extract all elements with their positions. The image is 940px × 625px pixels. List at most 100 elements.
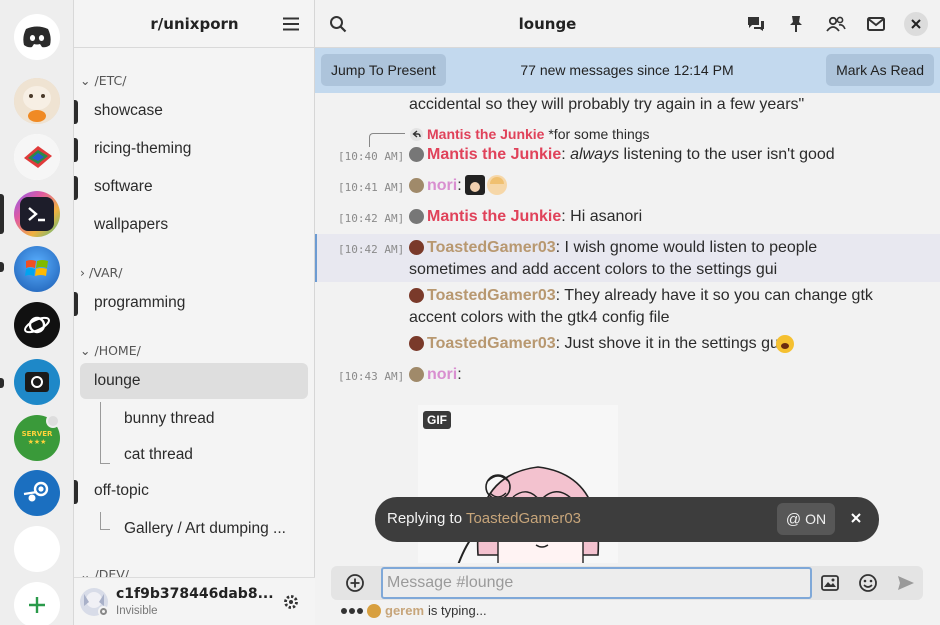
gif-picker-icon[interactable] [820,573,840,593]
message: nori: [427,177,462,195]
category-home[interactable]: ⌄ /HOME/ [80,343,141,358]
message-author[interactable]: ToastedGamer03 [427,287,556,304]
unread-indicator [74,138,78,162]
guild-name: r/unixporn [150,14,239,33]
windows-icon[interactable] [14,246,60,292]
category-var[interactable]: › /VAR/ [80,265,122,280]
colon: : [457,366,462,383]
category-etc[interactable]: ⌄ /ETC/ [80,73,126,88]
crying-emoji-icon [776,335,794,353]
server-rail: SERVER ★★★ [0,0,74,625]
category-label: /ETC/ [94,73,127,88]
message-author[interactable]: nori [427,177,457,194]
channel-off-topic[interactable]: off-topic [94,482,149,500]
message-list: accidental so they will probably try aga… [315,93,940,563]
message-author[interactable]: ToastedGamer03 [427,239,556,256]
thread-cat[interactable]: cat thread [124,446,193,464]
message: Mantis the Junkie: always listening to t… [427,146,835,164]
colon: : [457,177,462,194]
message-text: accent colors with the gtk4 config file [409,309,670,326]
at-icon: @ [785,510,802,528]
thread-bunny[interactable]: bunny thread [124,410,215,428]
avatar[interactable] [409,209,424,224]
mark-as-read-button[interactable]: Mark As Read [826,54,934,86]
channel-ricing-theming[interactable]: ricing-theming [94,140,191,158]
timestamp: [10:42 AM] [338,243,405,256]
avatar [367,603,381,618]
avatar[interactable] [409,240,424,255]
reply-connector [369,133,405,147]
timestamp: [10:43 AM] [338,370,405,383]
members-icon[interactable] [826,14,846,34]
discord-home-icon[interactable] [14,14,60,60]
thread-connector [100,512,110,530]
user-panel: c1f9b378446dab8... Invisible [74,577,315,625]
channel-lounge[interactable]: lounge [94,372,141,390]
server-app-icon[interactable] [14,359,60,405]
avatar[interactable] [409,147,424,162]
category-label: /VAR/ [89,265,123,280]
server-cat-icon[interactable] [14,78,60,124]
mention-toggle[interactable]: @ ON [777,503,835,535]
avatar[interactable] [409,336,424,351]
message-author[interactable]: nori [427,366,457,383]
category-label: /HOME/ [94,343,141,358]
channel-software[interactable]: software [94,178,153,196]
emoji-picker-icon[interactable] [858,573,878,593]
message: ToastedGamer03: I wish gnome would liste… [427,239,817,257]
inbox-icon[interactable] [866,14,886,34]
threads-icon[interactable] [746,14,766,34]
reply-label: Replying to ToastedGamer03 [387,510,581,527]
message-input[interactable] [381,567,812,599]
typing-indicator: gerem is typing... [341,603,487,618]
unread-indicator [74,100,78,124]
gear-icon[interactable] [282,593,300,611]
message-text: accidental so they will probably try aga… [409,96,805,113]
message-author[interactable]: Mantis the Junkie [427,208,561,225]
username[interactable]: c1f9b378446dab8... [116,586,274,602]
planet-icon[interactable] [14,302,60,348]
avatar[interactable] [409,288,424,303]
pin-icon[interactable] [786,14,806,34]
avatar[interactable] [409,178,424,193]
message-text: listening to the user isn't good [619,146,835,163]
channel-showcase[interactable]: showcase [94,102,163,120]
message: ToastedGamer03: Just shove it in the set… [427,335,782,353]
guild-header[interactable]: r/unixporn [74,0,315,48]
jump-to-present-button[interactable]: Jump To Present [321,54,446,86]
message-author[interactable]: ToastedGamer03 [427,335,556,352]
channel-header: lounge [315,0,940,48]
voice-badge-icon [46,414,60,428]
typing-user: gerem [385,603,425,618]
message-composer [331,566,923,600]
server-3d-icon[interactable] [14,134,60,180]
message-text: sometimes and add accent colors to the s… [409,261,778,278]
server-blank-icon[interactable] [14,526,60,572]
send-icon[interactable] [896,573,916,593]
thread-gallery[interactable]: Gallery / Art dumping ... [124,520,286,538]
cancel-reply-button[interactable] [847,509,865,527]
channel-wallpapers[interactable]: wallpapers [94,216,168,234]
channel-sidebar: r/unixporn ⌄ /ETC/ showcase ricing-themi… [74,0,315,625]
steam-icon[interactable] [14,470,60,516]
add-attachment-icon[interactable] [345,573,365,593]
main-panel: lounge Jump To Present 77 new messages s… [315,0,940,625]
close-button[interactable] [904,12,928,36]
add-server-button[interactable] [14,582,60,625]
reply-author[interactable]: Mantis the Junkie [427,126,544,142]
menu-icon[interactable] [283,17,299,31]
timestamp: [10:42 AM] [338,212,405,225]
message-author[interactable]: Mantis the Junkie [427,146,561,163]
reply-icon [410,128,423,141]
colon: : [561,146,566,163]
chevron-down-icon: ⌄ [80,343,91,358]
terminal-icon[interactable] [14,191,60,237]
channel-programming[interactable]: programming [94,294,185,312]
user-status: Invisible [116,605,158,617]
avatar[interactable] [409,367,424,382]
status-dot-icon [98,606,109,617]
message: ToastedGamer03: They already have it so … [427,287,873,305]
typing-text: is typing... [428,603,487,618]
emphasis-text: always [570,146,620,163]
message-text: : Just shove it in the settings gui [555,335,783,352]
